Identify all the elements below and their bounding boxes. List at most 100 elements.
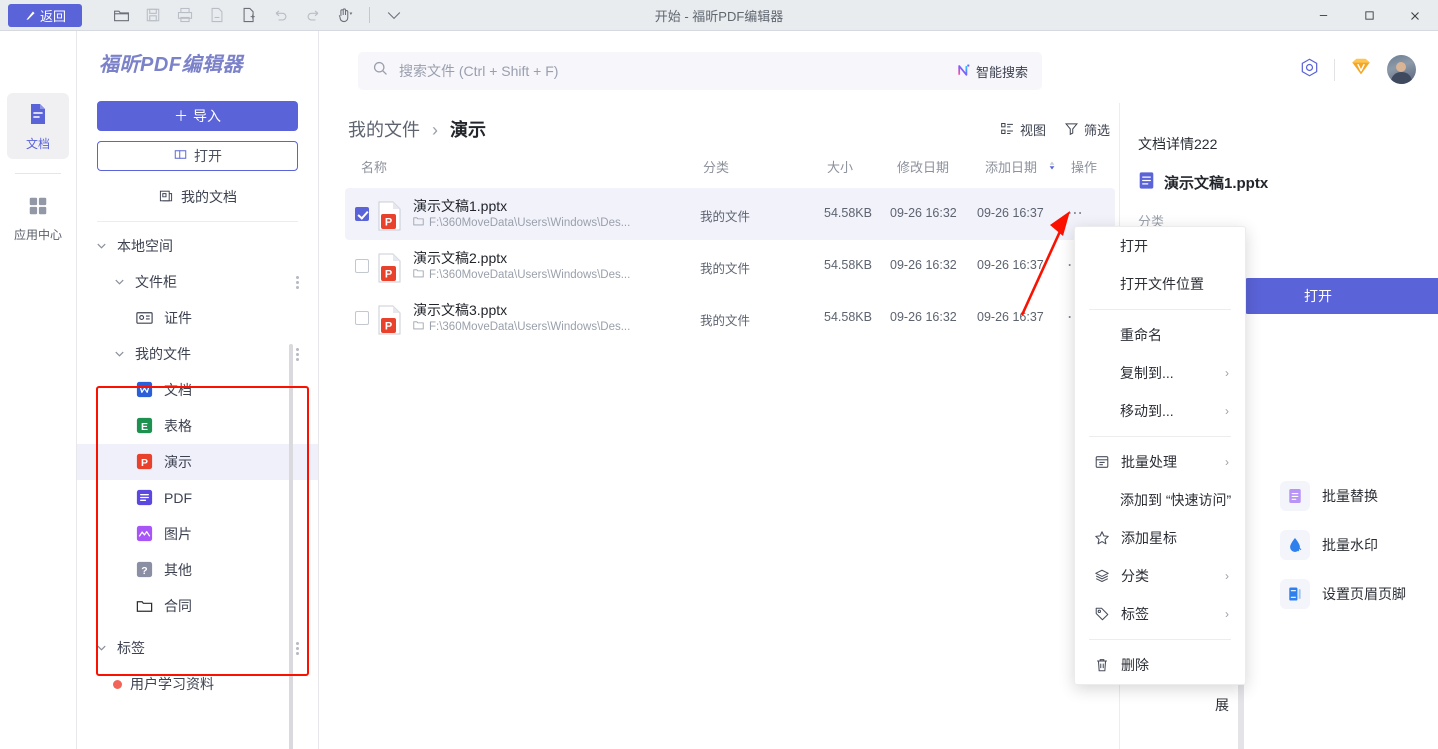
hexagon-gear-icon[interactable]	[1299, 57, 1320, 83]
rail-item-documents[interactable]: 文档	[7, 93, 69, 159]
id-card-icon	[135, 308, 155, 328]
open-button[interactable]: 打开	[97, 141, 298, 171]
page-copy-icon[interactable]	[202, 2, 232, 28]
trash-icon	[1094, 657, 1111, 674]
redo-icon[interactable]	[298, 2, 328, 28]
chevron-down-icon	[95, 641, 109, 655]
close-button[interactable]	[1392, 0, 1438, 31]
column-header-modified[interactable]: 修改日期	[897, 157, 949, 176]
title-bar: 返回 开始 - 福昕PDF编辑器	[0, 0, 1438, 31]
menu-item-add-to-quick-access[interactable]: 添加到 “快速访问”	[1075, 481, 1245, 519]
file-path-row: F:\360MoveData\Users\Windows\Des...	[413, 268, 630, 281]
filter-button[interactable]: 筛选	[1064, 120, 1110, 139]
tree-item-presentations[interactable]: P 演示	[77, 444, 318, 480]
menu-item-delete[interactable]: 删除	[1075, 646, 1245, 684]
search-input[interactable]: 搜索文件 (Ctrl + Shift + F)	[399, 61, 558, 81]
column-header-size[interactable]: 大小	[827, 157, 853, 176]
word-icon	[135, 380, 155, 400]
menu-item-open-file-location[interactable]: 打开文件位置	[1075, 265, 1245, 303]
tool-batch-replace[interactable]: 批量替换	[1280, 471, 1406, 520]
column-header-name[interactable]: 名称	[361, 157, 387, 176]
tree-item-certificates[interactable]: 证件	[77, 300, 318, 336]
file-added: 09-26 16:37	[977, 310, 1044, 324]
sidebar-scrollbar[interactable]	[289, 344, 293, 749]
my-documents-link[interactable]: 我的文档	[97, 183, 298, 211]
tree-item-tag-study-materials[interactable]: 用户学习资料	[77, 666, 318, 702]
folder-tree: 本地空间 文件柜 证件 我的文件 文档 E 表格 P 演示 PDF 图片 ? 其…	[77, 228, 318, 702]
tree-group-cabinet[interactable]: 文件柜	[77, 264, 318, 300]
file-name: 演示文稿2.pptx	[413, 250, 508, 266]
column-header-category[interactable]: 分类	[703, 157, 729, 176]
tool-batch-watermark[interactable]: 批量水印	[1280, 520, 1406, 569]
view-button[interactable]: 视图	[1000, 120, 1046, 139]
rail-item-label: 文档	[25, 137, 50, 151]
tree-item-documents[interactable]: 文档	[77, 372, 318, 408]
more-options-icon[interactable]	[296, 274, 300, 291]
menu-item-copy-to[interactable]: 复制到... ›	[1075, 354, 1245, 392]
table-row[interactable]: P 演示文稿1.pptx F:\360MoveData\Users\Window…	[345, 188, 1115, 240]
tree-item-pdf[interactable]: PDF	[77, 480, 318, 516]
menu-divider	[1089, 436, 1231, 437]
breadcrumb-root[interactable]: 我的文件	[348, 120, 420, 140]
new-page-icon[interactable]	[234, 2, 264, 28]
tree-item-spreadsheets[interactable]: E 表格	[77, 408, 318, 444]
tree-group-my-files[interactable]: 我的文件	[77, 336, 318, 372]
back-button[interactable]: 返回	[8, 3, 82, 27]
svg-text:P: P	[385, 269, 392, 281]
search-bar[interactable]: 搜索文件 (Ctrl + Shift + F) 智能搜索	[358, 52, 1042, 90]
menu-item-rename[interactable]: 重命名	[1075, 316, 1245, 354]
save-icon[interactable]	[138, 2, 168, 28]
menu-item-batch-process[interactable]: 批量处理 ›	[1075, 443, 1245, 481]
tree-item-images[interactable]: 图片	[77, 516, 318, 552]
menu-item-open[interactable]: 打开	[1075, 227, 1245, 265]
tree-item-contracts[interactable]: 合同	[77, 588, 318, 624]
tree-group-local-space[interactable]: 本地空间	[77, 228, 318, 264]
menu-item-label: 重命名	[1120, 327, 1162, 343]
smart-search-button[interactable]: 智能搜索	[956, 62, 1028, 81]
menu-item-category[interactable]: 分类 ›	[1075, 557, 1245, 595]
folder-icon	[135, 596, 155, 616]
vip-diamond-icon[interactable]	[1349, 55, 1373, 84]
apps-grid-icon	[27, 195, 49, 222]
print-icon[interactable]	[170, 2, 200, 28]
chevron-right-icon: ›	[1225, 366, 1229, 380]
ai-sparkle-icon	[956, 62, 972, 81]
maximize-button[interactable]	[1346, 0, 1392, 31]
row-checkbox[interactable]	[355, 207, 369, 221]
undo-icon[interactable]	[266, 2, 296, 28]
folder-small-icon	[413, 320, 424, 333]
minimize-button[interactable]	[1300, 0, 1346, 31]
open-folder-icon[interactable]	[106, 2, 136, 28]
filter-icon	[1064, 121, 1079, 139]
table-row[interactable]: P 演示文稿3.pptx F:\360MoveData\Users\Window…	[345, 292, 1115, 344]
detail-open-label: 打开	[1304, 288, 1332, 304]
hand-tool-icon[interactable]	[330, 2, 360, 28]
folder-small-icon	[413, 216, 424, 229]
my-documents-label: 我的文档	[181, 189, 237, 205]
more-options-icon[interactable]	[296, 346, 300, 363]
chevron-down-icon[interactable]	[379, 2, 409, 28]
menu-item-add-star[interactable]: 添加星标	[1075, 519, 1245, 557]
row-checkbox[interactable]	[355, 311, 369, 325]
tree-group-tags[interactable]: 标签	[77, 630, 318, 666]
sort-indicator-icon[interactable]	[1048, 159, 1056, 174]
table-row[interactable]: P 演示文稿2.pptx F:\360MoveData\Users\Window…	[345, 240, 1115, 292]
more-options-icon[interactable]	[296, 640, 300, 657]
tree-item-other[interactable]: ? 其他	[77, 552, 318, 588]
batch-replace-icon	[1280, 480, 1310, 511]
row-more-button[interactable]: ⋯	[1067, 203, 1089, 223]
folder-open-icon	[173, 147, 188, 165]
column-header-added[interactable]: 添加日期	[985, 157, 1037, 176]
tool-header-footer[interactable]: 设置页眉页脚	[1280, 569, 1406, 618]
menu-item-move-to[interactable]: 移动到... ›	[1075, 392, 1245, 430]
row-checkbox[interactable]	[355, 259, 369, 273]
rail-item-app-center[interactable]: 应用中心	[7, 186, 69, 250]
menu-item-tag[interactable]: 标签 ›	[1075, 595, 1245, 633]
avatar[interactable]	[1387, 55, 1416, 84]
file-path: F:\360MoveData\Users\Windows\Des...	[429, 320, 631, 333]
file-name: 演示文稿1.pptx	[413, 198, 508, 214]
document-icon	[26, 102, 50, 131]
detail-open-button[interactable]: 打开	[1244, 278, 1438, 314]
import-button[interactable]: ＋ 导入	[97, 101, 298, 131]
tree-group-label: 本地空间	[117, 238, 173, 254]
